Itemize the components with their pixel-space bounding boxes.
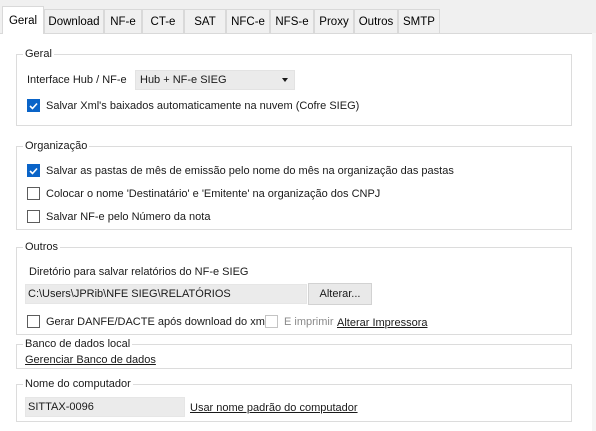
- tab-smtp[interactable]: SMTP: [398, 9, 440, 33]
- alterar-button[interactable]: Alterar...: [308, 283, 372, 305]
- interface-select-value: Hub + NF-e SIEG: [140, 74, 227, 86]
- tab-label: NF-e: [110, 15, 136, 28]
- tab-download[interactable]: Download: [44, 9, 104, 33]
- group-outros: Outros Diretório para salvar relatórios …: [16, 240, 572, 335]
- tab-outros[interactable]: Outros: [354, 9, 398, 33]
- checkbox-unchecked-icon: [265, 315, 278, 328]
- diretorio-label: Diretório para salvar relatórios do NF-e…: [29, 266, 249, 278]
- tab-label: Download: [48, 15, 100, 28]
- salvar-pastas-mes-label: Salvar as pastas de mês de emissão pelo …: [46, 164, 454, 177]
- group-banco-dados-legend: Banco de dados local: [23, 337, 133, 351]
- tab-nfse[interactable]: NFS-e: [270, 9, 314, 33]
- tab-label: SAT: [194, 15, 216, 28]
- group-geral: Geral Interface Hub / NF-e Hub + NF-e SI…: [16, 47, 572, 126]
- nome-computador-field[interactable]: SITTAX-0096: [25, 397, 185, 417]
- salvar-numero-nota-label: Salvar NF-e pelo Número da nota: [46, 210, 211, 223]
- alterar-impressora-link[interactable]: Alterar Impressora: [337, 316, 427, 330]
- usar-nome-padrao-link[interactable]: Usar nome padrão do computador: [190, 401, 358, 415]
- interface-select[interactable]: Hub + NF-e SIEG: [135, 70, 295, 90]
- group-organizacao-legend: Organização: [23, 139, 90, 153]
- alterar-button-label: Alterar...: [319, 288, 361, 300]
- gerar-danfe-label: Gerar DANFE/DACTE após download do xml: [46, 315, 268, 328]
- tab-nfe[interactable]: NF-e: [104, 9, 142, 33]
- settings-panel: Geral Interface Hub / NF-e Hub + NF-e SI…: [0, 33, 596, 431]
- salvar-numero-nota-checkbox[interactable]: Salvar NF-e pelo Número da nota: [27, 210, 210, 223]
- tab-sat[interactable]: SAT: [184, 9, 226, 33]
- scrollbar[interactable]: [592, 33, 596, 431]
- checkbox-unchecked-icon: [27, 210, 40, 223]
- tab-cte[interactable]: CT-e: [142, 9, 184, 33]
- tab-proxy[interactable]: Proxy: [314, 9, 354, 33]
- checkbox-checked-icon: [27, 99, 40, 112]
- nome-destinatario-checkbox[interactable]: Colocar o nome 'Destinatário' e 'Emitent…: [27, 187, 380, 200]
- e-imprimir-label: E imprimir: [284, 315, 334, 328]
- group-nome-computador-legend: Nome do computador: [23, 377, 133, 391]
- interface-label: Interface Hub / NF-e: [27, 74, 127, 86]
- tab-nfce[interactable]: NFC-e: [226, 9, 270, 33]
- checkbox-checked-icon: [27, 164, 40, 177]
- group-nome-computador: Nome do computador SITTAX-0096 Usar nome…: [16, 377, 572, 422]
- salvar-pastas-mes-checkbox[interactable]: Salvar as pastas de mês de emissão pelo …: [27, 164, 454, 177]
- group-outros-legend: Outros: [23, 240, 61, 254]
- diretorio-field[interactable]: C:\Users\JPRib\NFE SIEG\RELATÓRIOS: [25, 284, 307, 304]
- tab-strip: Geral Download NF-e CT-e SAT NFC-e NFS-e…: [0, 0, 596, 34]
- nome-destinatario-label: Colocar o nome 'Destinatário' e 'Emitent…: [46, 187, 381, 200]
- nome-computador-value: SITTAX-0096: [28, 401, 94, 413]
- salvar-xml-label: Salvar Xml's baixados automaticamente na…: [46, 99, 360, 112]
- group-organizacao: Organização Salvar as pastas de mês de e…: [16, 139, 572, 230]
- tab-label: CT-e: [150, 15, 176, 28]
- diretorio-value: C:\Users\JPRib\NFE SIEG\RELATÓRIOS: [28, 288, 231, 300]
- tab-label: NFS-e: [275, 15, 309, 28]
- tab-label: Geral: [8, 14, 38, 27]
- group-banco-dados: Banco de dados local Gerenciar Banco de …: [16, 337, 572, 369]
- tab-label: NFC-e: [231, 15, 265, 28]
- checkbox-unchecked-icon: [27, 315, 40, 328]
- group-geral-legend: Geral: [23, 47, 54, 61]
- tab-label: SMTP: [403, 15, 435, 28]
- tab-geral[interactable]: Geral: [2, 6, 44, 34]
- tab-label: Proxy: [319, 15, 349, 28]
- tab-label: Outros: [358, 15, 394, 28]
- checkbox-unchecked-icon: [27, 187, 40, 200]
- salvar-xml-checkbox[interactable]: Salvar Xml's baixados automaticamente na…: [27, 99, 359, 112]
- gerenciar-banco-link[interactable]: Gerenciar Banco de dados: [25, 353, 156, 367]
- gerar-danfe-checkbox[interactable]: Gerar DANFE/DACTE após download do xml: [27, 315, 267, 328]
- chevron-down-icon: [282, 78, 288, 82]
- e-imprimir-checkbox[interactable]: E imprimir: [265, 315, 334, 328]
